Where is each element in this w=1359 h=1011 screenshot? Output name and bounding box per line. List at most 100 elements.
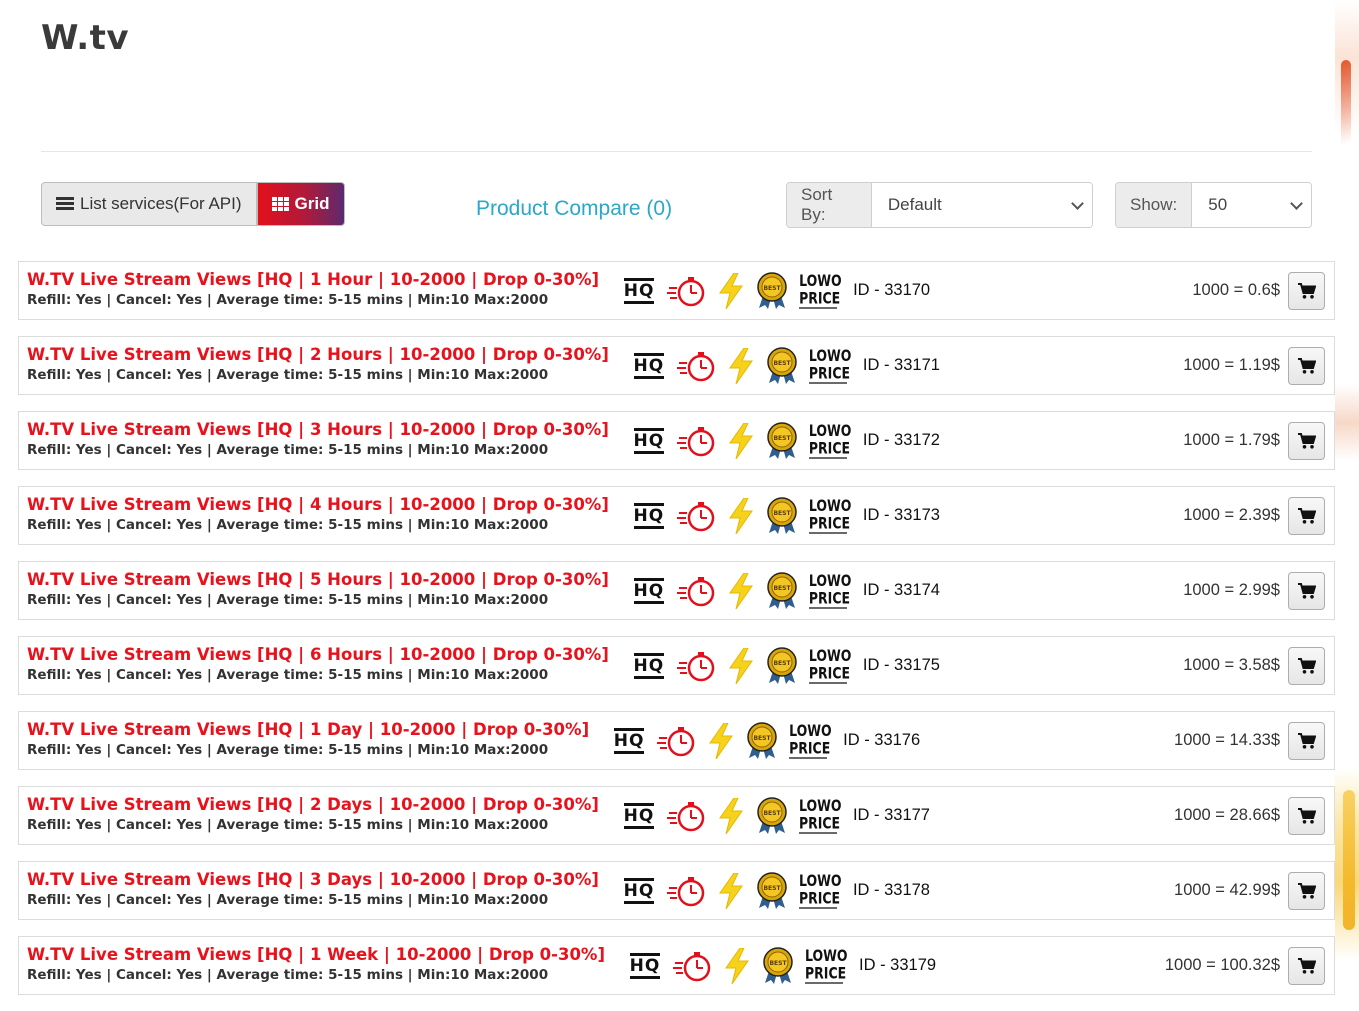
- lowo-badge-bottom: PRICE: [805, 963, 847, 984]
- add-to-cart-button[interactable]: [1288, 646, 1325, 685]
- service-title[interactable]: W.TV Live Stream Views [HQ | 3 Days | 10…: [27, 870, 599, 890]
- service-row[interactable]: W.TV Live Stream Views [HQ | 5 Hours | 1…: [18, 561, 1335, 620]
- best-medal-label: BEST: [754, 735, 772, 742]
- service-title[interactable]: W.TV Live Stream Views [HQ | 5 Hours | 1…: [27, 570, 609, 590]
- hq-icon: HQ: [631, 427, 667, 454]
- lowo-badge-bottom: PRICE: [808, 588, 851, 609]
- service-row[interactable]: W.TV Live Stream Views [HQ | 2 Hours | 1…: [18, 336, 1335, 395]
- service-row[interactable]: W.TV Live Stream Views [HQ | 3 Days | 10…: [18, 861, 1335, 920]
- stopwatch-icon: [676, 351, 715, 381]
- best-medal-icon: BEST: [747, 721, 777, 759]
- best-medal-icon: BEST: [767, 646, 797, 684]
- service-row[interactable]: W.TV Live Stream Views [HQ | 1 Hour | 10…: [18, 261, 1335, 320]
- cart-icon: [1297, 432, 1316, 449]
- service-title[interactable]: W.TV Live Stream Views [HQ | 1 Hour | 10…: [27, 270, 599, 290]
- add-to-cart-button[interactable]: [1288, 796, 1325, 835]
- lowo-badge-top: LOWO: [808, 646, 852, 665]
- cart-icon: [1297, 807, 1316, 824]
- service-title[interactable]: W.TV Live Stream Views [HQ | 2 Days | 10…: [27, 795, 599, 815]
- service-price: 1000 = 1.19$: [1183, 356, 1280, 374]
- service-meta: Refill: Yes | Cancel: Yes | Average time…: [27, 742, 549, 758]
- add-to-cart-button[interactable]: [1288, 946, 1325, 985]
- grid-view-button[interactable]: Grid: [256, 182, 345, 226]
- service-text: W.TV Live Stream Views [HQ | 1 Week | 10…: [19, 945, 605, 984]
- header-divider: [41, 151, 1312, 152]
- lightning-icon: [718, 872, 743, 909]
- service-row[interactable]: W.TV Live Stream Views [HQ | 4 Hours | 1…: [18, 486, 1335, 545]
- add-to-cart-button[interactable]: [1288, 421, 1325, 460]
- lowo-badge-top: LOWO: [799, 271, 842, 290]
- add-to-cart-button[interactable]: [1288, 271, 1325, 310]
- best-medal-label: BEST: [763, 885, 781, 892]
- stopwatch-icon: [676, 576, 715, 606]
- best-medal-icon: BEST: [767, 346, 797, 384]
- hq-badge-text: HQ: [633, 352, 665, 379]
- service-meta: Refill: Yes | Cancel: Yes | Average time…: [27, 442, 549, 458]
- service-text: W.TV Live Stream Views [HQ | 3 Hours | 1…: [19, 420, 609, 459]
- service-id: ID - 33178: [852, 881, 930, 899]
- lightning-icon: [709, 722, 734, 759]
- service-title[interactable]: W.TV Live Stream Views [HQ | 1 Week | 10…: [27, 945, 605, 965]
- add-to-cart-button[interactable]: [1288, 871, 1325, 910]
- stopwatch-icon: [676, 426, 715, 456]
- lowo-price-icon: LOWO PRICE: [805, 947, 848, 984]
- service-id: ID - 33171: [862, 356, 940, 374]
- grid-view-label: Grid: [294, 194, 330, 213]
- service-id: ID - 33172: [862, 431, 940, 449]
- add-to-cart-button[interactable]: [1288, 721, 1325, 760]
- list-services-button[interactable]: List services(For API): [41, 182, 257, 226]
- service-text: W.TV Live Stream Views [HQ | 1 Hour | 10…: [19, 270, 599, 309]
- hq-badge-text: HQ: [633, 502, 665, 529]
- cart-icon: [1297, 657, 1316, 674]
- sort-by-value: Default: [887, 195, 942, 214]
- chevron-down-icon: [1290, 196, 1303, 210]
- best-medal-icon: BEST: [763, 946, 793, 984]
- lowo-price-icon: LOWO PRICE: [808, 497, 851, 534]
- service-row[interactable]: W.TV Live Stream Views [HQ | 3 Hours | 1…: [18, 411, 1335, 470]
- service-title[interactable]: W.TV Live Stream Views [HQ | 3 Hours | 1…: [27, 420, 609, 440]
- stopwatch-icon: [666, 876, 705, 906]
- add-to-cart-button[interactable]: [1288, 346, 1325, 385]
- add-to-cart-button[interactable]: [1288, 496, 1325, 535]
- service-title[interactable]: W.TV Live Stream Views [HQ | 4 Hours | 1…: [27, 495, 609, 515]
- lowo-price-icon: LOWO PRICE: [808, 572, 851, 609]
- service-text: W.TV Live Stream Views [HQ | 5 Hours | 1…: [19, 570, 609, 609]
- lowo-badge-bottom: PRICE: [808, 663, 851, 684]
- service-id: ID - 33176: [843, 731, 921, 749]
- lowo-badge-top: LOWO: [808, 346, 852, 365]
- hq-badge-text: HQ: [629, 952, 661, 979]
- hq-badge-text: HQ: [633, 652, 665, 679]
- service-row[interactable]: W.TV Live Stream Views [HQ | 2 Days | 10…: [18, 786, 1335, 845]
- product-compare-link[interactable]: Product Compare (0): [476, 197, 672, 221]
- lightning-icon: [719, 272, 744, 309]
- hq-icon: HQ: [631, 352, 667, 379]
- hq-icon: HQ: [621, 802, 657, 829]
- service-price: 1000 = 100.32$: [1164, 956, 1280, 974]
- service-row[interactable]: W.TV Live Stream Views [HQ | 6 Hours | 1…: [18, 636, 1335, 695]
- best-medal-label: BEST: [773, 435, 791, 442]
- best-medal-label: BEST: [764, 285, 782, 292]
- hq-icon: HQ: [611, 727, 647, 754]
- cart-icon: [1297, 882, 1316, 899]
- service-id: ID - 33179: [859, 956, 937, 974]
- service-badges: HQ BEST LOWO PRICE: [627, 946, 848, 985]
- service-meta: Refill: Yes | Cancel: Yes | Average time…: [27, 892, 549, 908]
- service-row[interactable]: W.TV Live Stream Views [HQ | 1 Week | 10…: [18, 936, 1335, 995]
- service-title[interactable]: W.TV Live Stream Views [HQ | 1 Day | 10-…: [27, 720, 589, 740]
- show-count-control: Show: 50: [1115, 182, 1312, 228]
- show-count-select[interactable]: 50: [1192, 183, 1311, 227]
- hq-badge-text: HQ: [633, 427, 665, 454]
- service-row[interactable]: W.TV Live Stream Views [HQ | 1 Day | 10-…: [18, 711, 1335, 770]
- service-badges: HQ BEST LOWO PRICE: [631, 646, 852, 685]
- best-medal-icon: BEST: [757, 796, 787, 834]
- decorative-streak: [1343, 790, 1355, 930]
- lightning-icon: [728, 497, 753, 534]
- hq-icon: HQ: [631, 652, 667, 679]
- stopwatch-icon: [676, 651, 715, 681]
- stopwatch-icon: [666, 801, 705, 831]
- sort-by-select[interactable]: Default: [871, 183, 1092, 227]
- service-title[interactable]: W.TV Live Stream Views [HQ | 6 Hours | 1…: [27, 645, 609, 665]
- add-to-cart-button[interactable]: [1288, 571, 1325, 610]
- service-title[interactable]: W.TV Live Stream Views [HQ | 2 Hours | 1…: [27, 345, 609, 365]
- cart-icon: [1297, 507, 1316, 524]
